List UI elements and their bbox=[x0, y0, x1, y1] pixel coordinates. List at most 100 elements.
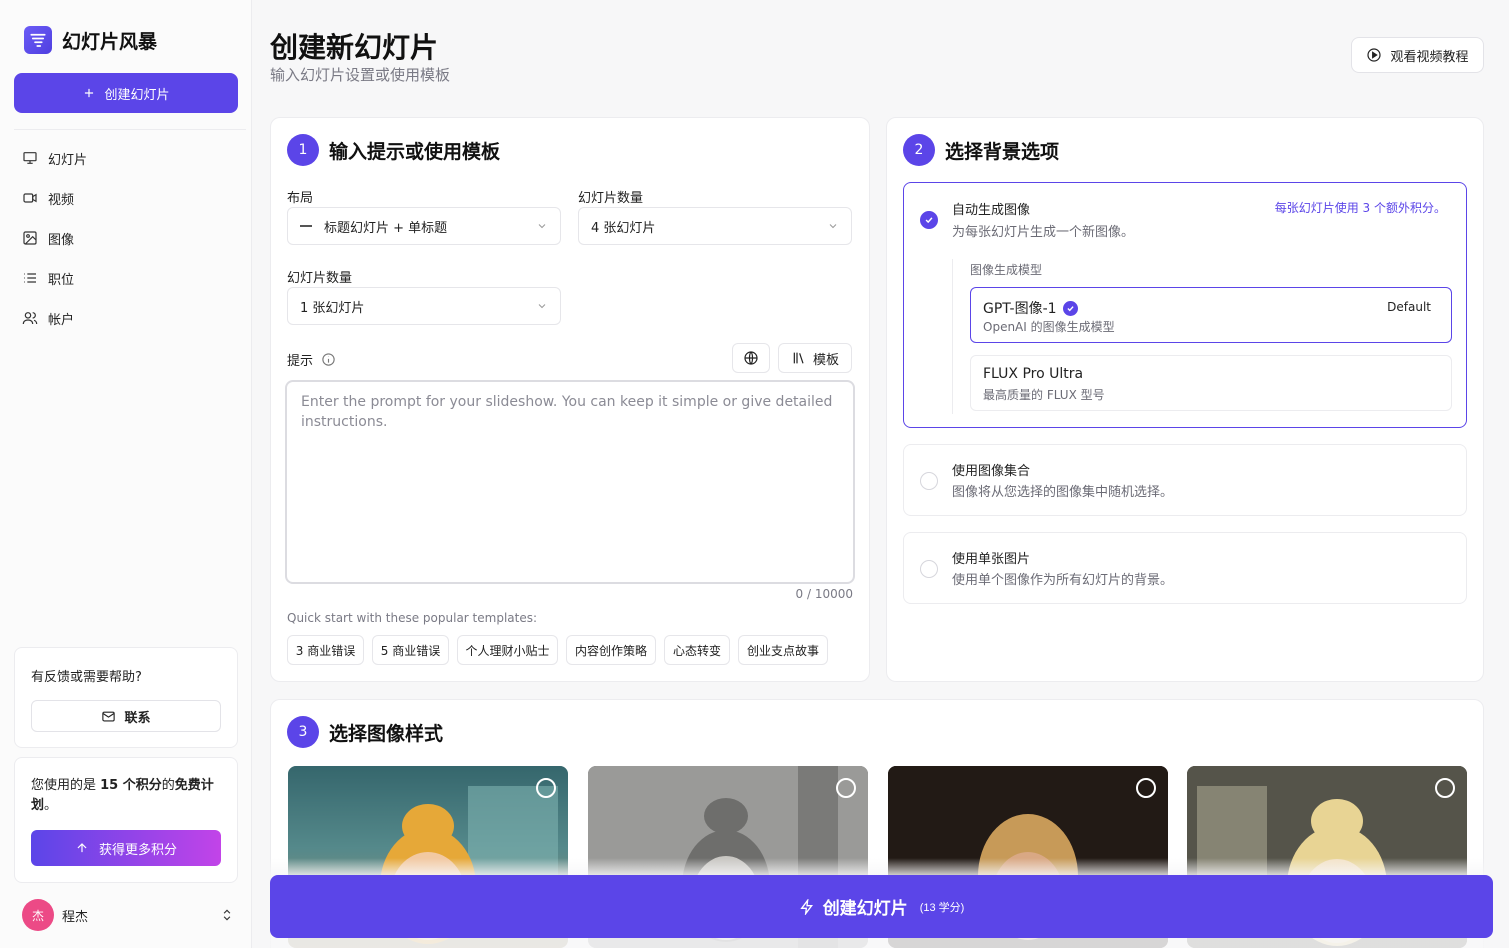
user-name: 程杰 bbox=[62, 909, 89, 925]
get-more-credits-label: 获得更多积分 bbox=[98, 841, 177, 857]
template-chip[interactable]: 3 商业错误 bbox=[287, 635, 364, 665]
sidebar-item-label: 帐户 bbox=[48, 312, 75, 328]
template-chip[interactable]: 内容创作策略 bbox=[566, 635, 656, 665]
tornado-logo-icon bbox=[24, 26, 52, 54]
image-collection-radio[interactable] bbox=[920, 472, 938, 490]
style-radio[interactable] bbox=[536, 778, 556, 798]
submit-cost: (13 学分) bbox=[919, 901, 965, 914]
extra-credits-note: 每张幻灯片使用 3 个额外积分。 bbox=[1274, 201, 1446, 215]
sidebar-item-account[interactable]: 帐户 bbox=[14, 302, 238, 334]
sidebar-item-label: 幻灯片 bbox=[48, 152, 88, 168]
watch-video-tutorial-button[interactable]: 观看视频教程 bbox=[1351, 37, 1484, 73]
style-radio[interactable] bbox=[1136, 778, 1156, 798]
model-name-row: FLUX Pro Ultra bbox=[983, 366, 1083, 382]
model-name-row: GPT-图像-1 bbox=[983, 298, 1078, 318]
plan-text: 您使用的是 15 个积分的免费计划。 bbox=[31, 776, 227, 816]
verified-badge-icon bbox=[1062, 300, 1078, 316]
templates-button[interactable]: 模板 bbox=[778, 343, 852, 373]
option-title: 使用图像集合 bbox=[952, 464, 1031, 479]
play-circle-icon bbox=[1367, 48, 1382, 62]
plus-icon bbox=[85, 88, 94, 98]
chevron-down-icon bbox=[538, 304, 546, 309]
contact-button[interactable]: 联系 bbox=[31, 700, 221, 732]
page-subtitle: 输入幻灯片设置或使用模板 bbox=[270, 66, 451, 84]
chevron-down-icon bbox=[829, 224, 837, 229]
sidebar-nav: 幻灯片 视频 图像 职位 帐户 bbox=[14, 142, 238, 342]
user-menu[interactable]: 杰 程杰 bbox=[22, 899, 234, 931]
sidebar-item-images[interactable]: 图像 bbox=[14, 222, 238, 254]
avatar: 杰 bbox=[22, 899, 54, 931]
sidebar-item-jobs[interactable]: 职位 bbox=[14, 262, 238, 294]
default-badge: Default bbox=[1379, 297, 1439, 317]
option-title: 使用单张图片 bbox=[952, 552, 1031, 567]
get-more-credits-button[interactable]: 获得更多积分 bbox=[31, 830, 221, 866]
sidebar-item-label: 职位 bbox=[48, 272, 75, 288]
plan-mid: 的 bbox=[161, 778, 175, 793]
arrow-up-icon bbox=[77, 843, 87, 853]
sidebar-item-label: 视频 bbox=[48, 192, 75, 208]
templates-label: 模板 bbox=[812, 352, 839, 368]
template-chip[interactable]: 创业支点故事 bbox=[738, 635, 828, 665]
plan-credits: 15 个积分 bbox=[100, 778, 162, 793]
style-radio[interactable] bbox=[836, 778, 856, 798]
step-number: 3 bbox=[287, 716, 319, 748]
prompt-textarea[interactable]: Enter the prompt for your slideshow. You… bbox=[285, 380, 855, 584]
model-description: 最高质量的 FLUX 型号 bbox=[983, 388, 1105, 402]
prompt-placeholder: Enter the prompt for your slideshow. You… bbox=[301, 394, 833, 430]
option-description: 图像将从您选择的图像集中随机选择。 bbox=[952, 485, 1174, 500]
option-description: 为每张幻灯片生成一个新图像。 bbox=[952, 225, 1135, 240]
language-button[interactable] bbox=[732, 343, 770, 373]
chevron-down-icon bbox=[538, 224, 546, 229]
step-title: 选择背景选项 bbox=[945, 140, 1060, 163]
help-title: 有反馈或需要帮助? bbox=[31, 670, 142, 685]
auto-generate-radio[interactable] bbox=[920, 211, 938, 229]
lightning-icon bbox=[800, 898, 813, 915]
single-image-radio[interactable] bbox=[920, 560, 938, 578]
model-tree-line bbox=[952, 259, 953, 414]
image-icon bbox=[23, 231, 37, 245]
model-option-flux-pro-ultra[interactable]: FLUX Pro Ultra 最高质量的 FLUX 型号 bbox=[970, 355, 1452, 411]
step1-header: 1 输入提示或使用模板 bbox=[287, 134, 500, 166]
template-chip[interactable]: 个人理财小贴士 bbox=[457, 635, 558, 665]
model-option-gpt-image-1[interactable]: GPT-图像-1 OpenAI 的图像生成模型 Default bbox=[970, 287, 1452, 343]
check-icon bbox=[925, 217, 933, 224]
prompt-label: 提示 bbox=[287, 354, 314, 369]
auto-generate-option[interactable]: 自动生成图像 为每张幻灯片生成一个新图像。 每张幻灯片使用 3 个额外积分。 图… bbox=[903, 182, 1467, 428]
template-chip[interactable]: 心态转变 bbox=[664, 635, 730, 665]
model-description: OpenAI 的图像生成模型 bbox=[983, 320, 1115, 334]
sidebar-item-videos[interactable]: 视频 bbox=[14, 182, 238, 214]
sidebar-divider bbox=[14, 129, 246, 130]
video-icon bbox=[23, 193, 37, 203]
quick-start-label: Quick start with these popular templates… bbox=[287, 611, 538, 625]
mail-icon bbox=[102, 711, 116, 721]
slide-count2-label: 幻灯片数量 bbox=[287, 271, 353, 286]
submit-label: 创建幻灯片 bbox=[822, 899, 908, 918]
style-radio[interactable] bbox=[1435, 778, 1455, 798]
slide-count2-select[interactable]: 1 张幻灯片 bbox=[287, 287, 561, 325]
step-number: 1 bbox=[287, 134, 319, 166]
option-title: 自动生成图像 bbox=[952, 203, 1031, 218]
presentation-icon bbox=[23, 152, 37, 164]
sidebar-item-slideshows[interactable]: 幻灯片 bbox=[14, 142, 238, 174]
model-label: 图像生成模型 bbox=[970, 263, 1043, 277]
slide-count-label: 幻灯片数量 bbox=[578, 191, 644, 206]
single-image-option[interactable]: 使用单张图片 使用单个图像作为所有幻灯片的背景。 bbox=[903, 532, 1467, 604]
info-icon[interactable] bbox=[321, 352, 336, 367]
create-slideshow-submit-button[interactable]: 创建幻灯片 (13 学分) bbox=[270, 875, 1493, 938]
character-counter: 0 / 10000 bbox=[795, 587, 853, 601]
plan-suffix: 。 bbox=[44, 798, 58, 813]
create-slideshow-button[interactable]: 创建幻灯片 bbox=[14, 73, 238, 113]
app-logo[interactable]: 幻灯片风暴 bbox=[24, 26, 157, 54]
layout-label: 布局 bbox=[287, 191, 314, 206]
help-card: 有反馈或需要帮助? 联系 bbox=[14, 647, 238, 748]
step2-header: 2 选择背景选项 bbox=[903, 134, 1059, 166]
step-title: 输入提示或使用模板 bbox=[329, 140, 501, 163]
layout-select[interactable]: 标题幻灯片 + 单标题 bbox=[287, 207, 561, 245]
option-description: 使用单个图像作为所有幻灯片的背景。 bbox=[952, 573, 1174, 588]
image-collection-option[interactable]: 使用图像集合 图像将从您选择的图像集中随机选择。 bbox=[903, 444, 1467, 516]
library-icon bbox=[793, 352, 804, 364]
layout-value: 标题幻灯片 + 单标题 bbox=[324, 220, 448, 236]
layout-dash-icon bbox=[300, 225, 312, 227]
template-chip[interactable]: 5 商业错误 bbox=[372, 635, 449, 665]
slide-count-select[interactable]: 4 张幻灯片 bbox=[578, 207, 852, 245]
